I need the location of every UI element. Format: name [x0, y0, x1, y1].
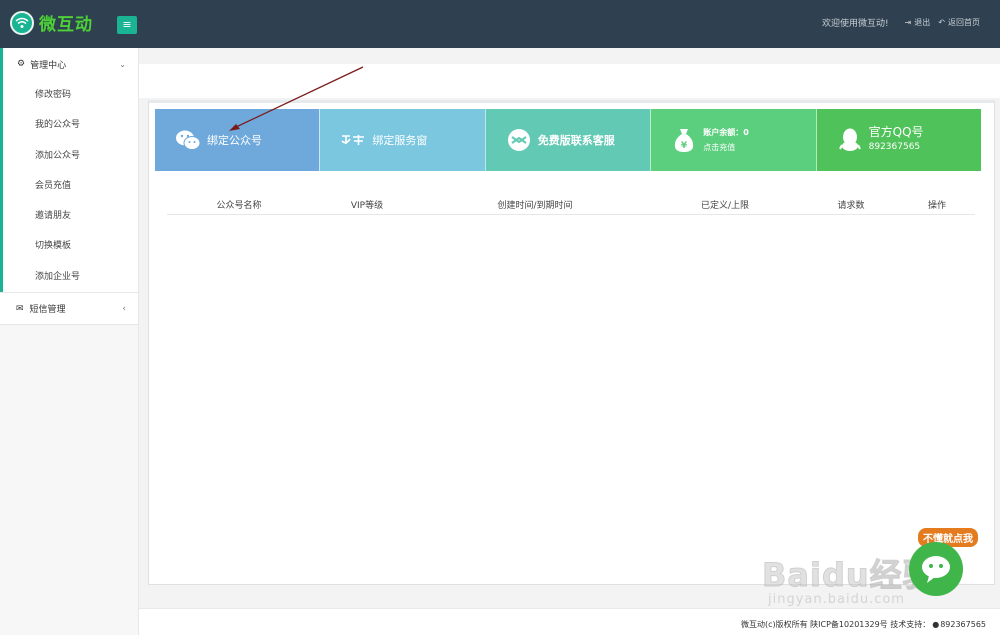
reply-icon: ↶ — [938, 18, 945, 27]
help-widget[interactable]: 不懂就点我 — [908, 528, 994, 598]
nav-sms-label: 短信管理 — [29, 305, 66, 316]
qq-title: 官方QQ号 — [868, 125, 924, 139]
tile-label: 绑定公众号 — [207, 134, 262, 147]
logout-label: 退出 — [914, 18, 931, 27]
qq-icon — [837, 127, 863, 153]
content-panel: 绑定公众号 绑定服务窗 免费版联系客服 ¥ 账户余额：0 点击充值 官方QQ号 … — [148, 100, 995, 585]
sidebar-item-my-accounts[interactable]: 我的公众号 — [3, 110, 138, 140]
balance-text: 账户余额：0 点击充值 — [703, 125, 749, 155]
column-header: 已定义/上限 — [700, 201, 750, 211]
qq-number: 892367565 — [868, 142, 921, 152]
tile-official-qq[interactable]: 官方QQ号 892367565 — [815, 109, 982, 171]
nav-head-management[interactable]: ⚙ 管理中心 ⌄ — [3, 48, 138, 80]
column-header: 操作 — [927, 201, 947, 211]
balance-amount: 账户余额：0 — [703, 128, 749, 137]
column-header: 创建时间/到期时间 — [497, 201, 573, 211]
header-user-area: 欢迎使用微互动! ⇥ 退出 ↶ 返回首页 — [822, 16, 980, 29]
tile-contact-service[interactable]: 免费版联系客服 — [484, 109, 651, 171]
accounts-table-header: 公众号名称 VIP等级 创建时间/到期时间 已定义/上限 请求数 操作 — [167, 193, 975, 215]
tile-bind-wechat[interactable]: 绑定公众号 — [155, 109, 320, 171]
logo[interactable]: 微互动 — [10, 10, 93, 35]
sidebar-item-invite[interactable]: 邀请朋友 — [3, 201, 138, 231]
chevron-down-icon: ⌄ — [119, 59, 126, 69]
qq-small-icon: ● — [932, 620, 940, 629]
copyright-text: 微互动(c)版权所有 陕ICP备10201329号 技术支持： — [740, 620, 931, 629]
column-header: 公众号名称 — [216, 201, 262, 211]
column-header: 请求数 — [837, 201, 865, 211]
nav-head-label: 管理中心 — [30, 60, 67, 71]
tile-balance[interactable]: ¥ 账户余额：0 点击充值 — [650, 109, 816, 171]
content-topbar — [139, 64, 1000, 98]
welcome-text: 欢迎使用微互动! — [821, 19, 889, 29]
gears-icon: ⚙ — [17, 59, 26, 69]
tile-label: 绑定服务窗 — [372, 134, 428, 147]
sidebar: ⚙ 管理中心 ⌄ 修改密码 我的公众号 添加公众号 会员充值 邀请朋友 切换模板… — [0, 48, 139, 635]
envelope-icon: ✉ — [16, 303, 24, 314]
top-header: 微互动 ≡ 欢迎使用微互动! ⇥ 退出 ↶ 返回首页 — [0, 0, 1000, 48]
nav-group-management: ⚙ 管理中心 ⌄ 修改密码 我的公众号 添加公众号 会员充值 邀请朋友 切换模板… — [0, 48, 138, 293]
logout-link[interactable]: ⇥ 退出 — [905, 17, 931, 28]
sidebar-item-switch-template[interactable]: 切换模板 — [3, 231, 138, 261]
svg-text:¥: ¥ — [681, 141, 688, 151]
home-label: 返回首页 — [948, 18, 980, 27]
home-link[interactable]: ↶ 返回首页 — [938, 17, 980, 28]
help-bubble-icon[interactable] — [909, 542, 963, 596]
menu-toggle-button[interactable]: ≡ — [117, 16, 137, 34]
watermark-url: jingyan.baidu.com — [768, 592, 905, 607]
nav-head-sms[interactable]: ✉ 短信管理 ‹ — [0, 292, 138, 326]
sidebar-item-add-account[interactable]: 添加公众号 — [3, 141, 138, 171]
quick-actions: 绑定公众号 绑定服务窗 免费版联系客服 ¥ 账户余额：0 点击充值 官方QQ号 … — [155, 109, 982, 171]
tile-bind-service-window[interactable]: 绑定服务窗 — [319, 109, 485, 171]
column-header: VIP等级 — [350, 201, 384, 211]
recharge-link[interactable]: 点击充值 — [703, 140, 749, 155]
alipay-icon — [340, 127, 366, 153]
sign-out-icon: ⇥ — [904, 18, 912, 27]
tile-label: 免费版联系客服 — [537, 134, 615, 147]
sidebar-item-recharge[interactable]: 会员充值 — [3, 171, 138, 201]
money-bag-icon: ¥ — [671, 127, 697, 153]
chevron-left-icon: ‹ — [122, 303, 126, 314]
wifi-logo-icon — [10, 10, 34, 35]
logo-text: 微互动 — [39, 15, 93, 35]
footer-qq-number[interactable]: 892367565 — [940, 620, 986, 629]
service-icon — [506, 127, 532, 153]
main-content: 绑定公众号 绑定服务窗 免费版联系客服 ¥ 账户余额：0 点击充值 官方QQ号 … — [139, 48, 1000, 608]
sidebar-item-add-enterprise[interactable]: 添加企业号 — [3, 262, 138, 292]
footer-text: 微互动(c)版权所有 陕ICP备10201329号 技术支持： ● 892367… — [741, 619, 986, 630]
qq-text: 官方QQ号 892367565 — [869, 125, 924, 155]
wechat-icon — [175, 127, 201, 153]
sidebar-item-change-password[interactable]: 修改密码 — [3, 80, 138, 110]
